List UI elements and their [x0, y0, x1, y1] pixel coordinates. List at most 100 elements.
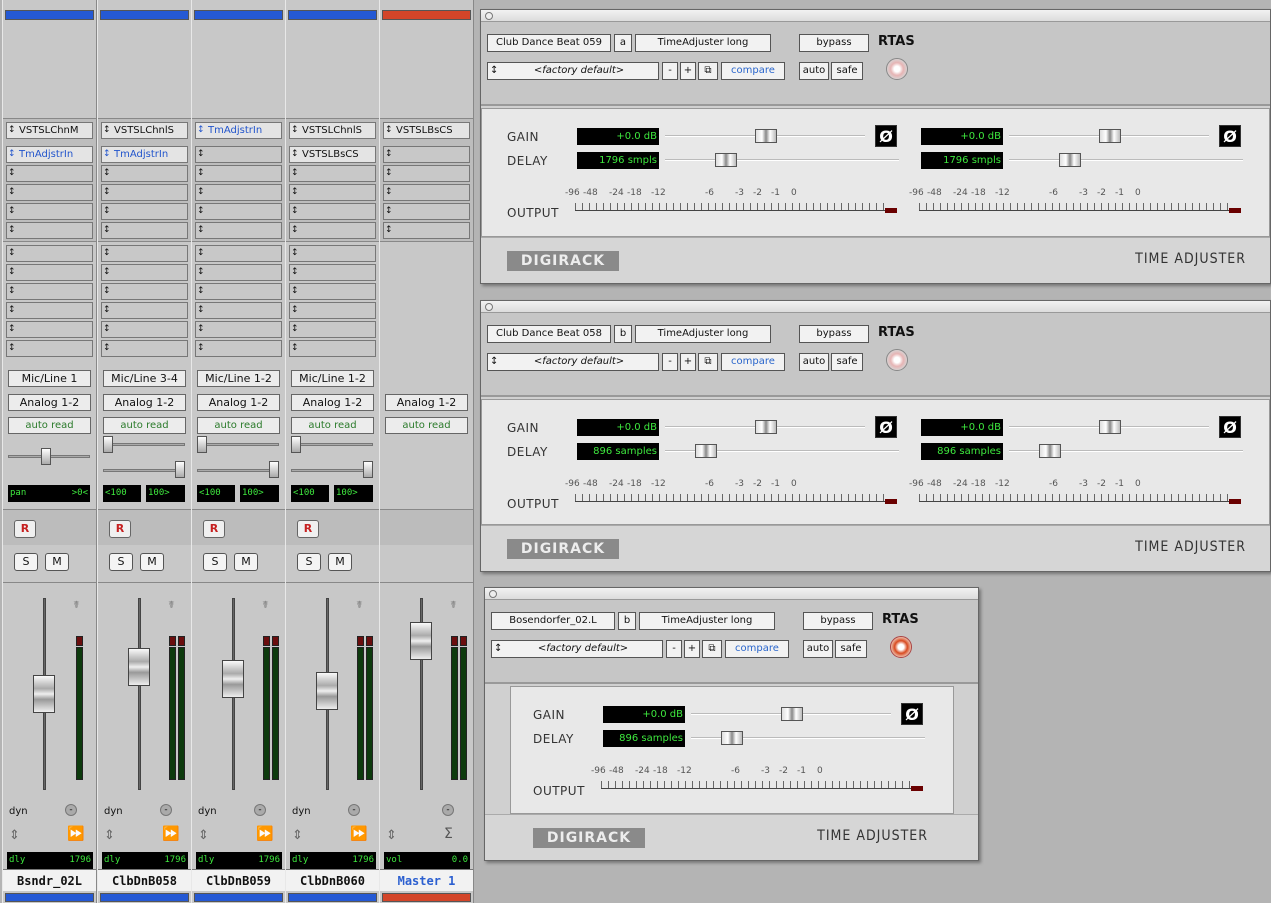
librarian-icon[interactable]: ⧉	[702, 640, 722, 658]
send-slot[interactable]	[6, 283, 93, 300]
solo-button[interactable]: S	[14, 553, 38, 571]
close-icon[interactable]	[485, 12, 493, 20]
pan-right-track[interactable]	[291, 469, 373, 472]
send-slot[interactable]	[289, 340, 376, 357]
volume-fader[interactable]	[316, 672, 338, 710]
send-slot[interactable]	[195, 283, 282, 300]
insert-slot[interactable]	[289, 165, 376, 182]
insert-slot[interactable]	[195, 146, 282, 163]
insert-slot[interactable]: VSTSLBsCS	[289, 146, 376, 163]
send-slot[interactable]	[6, 245, 93, 262]
solo-button[interactable]: S	[203, 553, 227, 571]
track-selector[interactable]: Club Dance Beat 058	[487, 325, 611, 343]
track-name[interactable]: ClbDnB058	[98, 869, 191, 891]
record-button[interactable]: R	[109, 520, 131, 538]
send-slot[interactable]	[289, 302, 376, 319]
insert-slot[interactable]: TmAdjstrIn	[6, 146, 93, 163]
plugin-selector[interactable]: TimeAdjuster long	[635, 34, 771, 52]
group-icon[interactable]: -	[348, 804, 360, 816]
volume-fader[interactable]	[410, 622, 432, 660]
gain-display[interactable]: +0.0 dB	[577, 419, 659, 436]
delay-display[interactable]: 896 samples	[577, 443, 659, 460]
insert-slot[interactable]	[383, 146, 470, 163]
fast-forward-icon[interactable]: ⏩	[350, 826, 367, 842]
close-icon[interactable]	[485, 303, 493, 311]
insert-slot[interactable]	[289, 203, 376, 220]
delay-display[interactable]: 1796 smpls	[921, 152, 1003, 169]
send-slot[interactable]	[6, 340, 93, 357]
updown-icon[interactable]: ⇕	[292, 828, 303, 843]
plugin-selector[interactable]: TimeAdjuster long	[639, 612, 775, 630]
insert-slot[interactable]	[289, 222, 376, 239]
gain-display[interactable]: +0.0 dB	[921, 419, 1003, 436]
pan-left-track[interactable]	[103, 443, 185, 446]
automation-mode[interactable]: auto read	[197, 417, 280, 434]
window-titlebar[interactable]	[481, 301, 1270, 313]
automation-mode[interactable]: auto read	[8, 417, 91, 434]
close-icon[interactable]	[489, 590, 497, 598]
send-slot[interactable]	[6, 302, 93, 319]
preset-minus-button[interactable]: -	[666, 640, 682, 658]
output-selector[interactable]: Analog 1-2	[291, 394, 374, 411]
fast-forward-icon[interactable]: ⏩	[256, 826, 273, 842]
mute-button[interactable]: M	[45, 553, 69, 571]
insert-slot[interactable]	[195, 203, 282, 220]
insert-slot[interactable]	[383, 184, 470, 201]
preset-selector[interactable]: <factory default>	[487, 62, 659, 80]
insert-slot[interactable]	[6, 203, 93, 220]
mute-button[interactable]: M	[234, 553, 258, 571]
preset-plus-button[interactable]: +	[680, 353, 696, 371]
insert-slot[interactable]: TmAdjstrIn	[101, 146, 188, 163]
send-slot[interactable]	[101, 264, 188, 281]
phase-invert-button[interactable]: Ø	[875, 125, 897, 147]
input-selector[interactable]: Mic/Line 1-2	[291, 370, 374, 387]
bypass-button[interactable]: bypass	[803, 612, 873, 630]
preset-minus-button[interactable]: -	[662, 62, 678, 80]
pan-left-knob[interactable]	[103, 436, 113, 453]
fast-forward-icon[interactable]: ⏩	[67, 826, 84, 842]
fast-forward-icon[interactable]: ⏩	[162, 826, 179, 842]
group-icon[interactable]: -	[65, 804, 77, 816]
insert-slot[interactable]	[101, 203, 188, 220]
send-slot[interactable]	[195, 264, 282, 281]
send-slot[interactable]	[101, 340, 188, 357]
plugin-selector[interactable]: TimeAdjuster long	[635, 325, 771, 343]
updown-icon[interactable]: ⇕	[9, 828, 20, 843]
pan-right-knob[interactable]	[363, 461, 373, 478]
pan-right-track[interactable]	[197, 469, 279, 472]
updown-icon[interactable]: ⇕	[198, 828, 209, 843]
gain-slider-knob[interactable]	[755, 420, 777, 434]
track-name[interactable]: Bsndr_02L	[3, 869, 96, 891]
insert-slot[interactable]	[289, 184, 376, 201]
input-selector[interactable]: Mic/Line 3-4	[103, 370, 186, 387]
send-slot[interactable]	[6, 321, 93, 338]
compare-button[interactable]: compare	[721, 353, 785, 371]
automation-mode[interactable]: auto read	[291, 417, 374, 434]
phase-invert-button[interactable]: Ø	[1219, 125, 1241, 147]
send-slot[interactable]	[195, 321, 282, 338]
group-icon[interactable]: -	[160, 804, 172, 816]
output-selector[interactable]: Analog 1-2	[385, 394, 468, 411]
record-button[interactable]: R	[14, 520, 36, 538]
send-slot[interactable]	[195, 340, 282, 357]
insert-slot[interactable]	[6, 165, 93, 182]
preset-minus-button[interactable]: -	[662, 353, 678, 371]
send-slot[interactable]	[289, 264, 376, 281]
librarian-icon[interactable]: ⧉	[698, 353, 718, 371]
auto-button[interactable]: auto	[799, 353, 829, 371]
send-slot[interactable]	[6, 264, 93, 281]
send-slot[interactable]	[195, 245, 282, 262]
send-slot[interactable]	[195, 302, 282, 319]
gain-display[interactable]: +0.0 dB	[577, 128, 659, 145]
send-slot[interactable]	[101, 302, 188, 319]
insert-slot[interactable]	[101, 165, 188, 182]
solo-button[interactable]: S	[109, 553, 133, 571]
track-selector[interactable]: Bosendorfer_02.L	[491, 612, 615, 630]
gain-display[interactable]: +0.0 dB	[603, 706, 685, 723]
pan-left-knob[interactable]	[197, 436, 207, 453]
track-name[interactable]: Master 1	[380, 869, 473, 891]
channel-selector[interactable]: b	[618, 612, 636, 630]
safe-button[interactable]: safe	[831, 62, 863, 80]
insert-slot[interactable]	[383, 203, 470, 220]
solo-button[interactable]: S	[297, 553, 321, 571]
